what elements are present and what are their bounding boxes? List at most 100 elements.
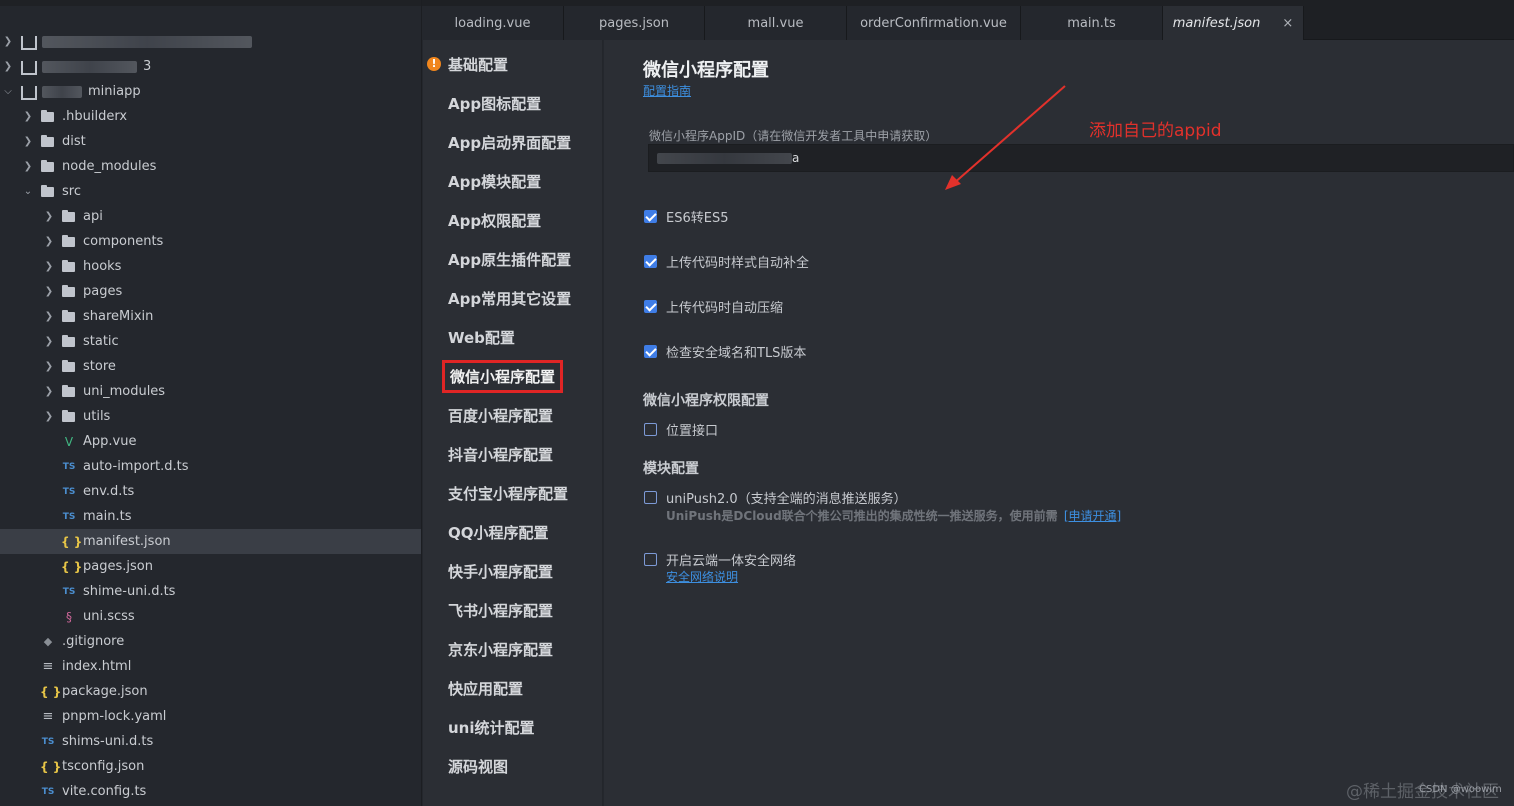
tree-file[interactable]: { } pages.json <box>0 554 421 579</box>
nav-item[interactable]: App原生插件配置 <box>448 249 571 270</box>
checkbox-checked[interactable] <box>644 210 657 223</box>
nav-item[interactable]: 抖音小程序配置 <box>448 444 553 465</box>
tree-folder[interactable]: ❯ api <box>0 204 421 229</box>
tree-file[interactable]: TS vite.config.ts <box>0 779 421 804</box>
nav-item[interactable]: 基础配置 <box>448 54 508 75</box>
checkbox-checked[interactable] <box>644 345 657 358</box>
tree-folder[interactable]: ❯ static <box>0 329 421 354</box>
chevron-down-icon[interactable]: ⌵ <box>2 86 14 97</box>
nav-item[interactable]: App图标配置 <box>448 93 541 114</box>
chevron-right-icon[interactable]: ❯ <box>2 36 14 47</box>
apply-link[interactable]: [申请开通] <box>1064 509 1121 523</box>
nav-item[interactable]: App常用其它设置 <box>448 288 571 309</box>
tab-main-ts[interactable]: main.ts <box>1021 6 1163 40</box>
nav-item[interactable]: 快手小程序配置 <box>448 561 553 582</box>
tree-file[interactable]: V App.vue <box>0 429 421 454</box>
checkbox-style-autocomplete[interactable]: 上传代码时样式自动补全 <box>644 252 809 271</box>
tree-folder[interactable]: ❯ uni_modules <box>0 379 421 404</box>
nav-item[interactable]: QQ小程序配置 <box>448 522 549 543</box>
nav-item[interactable]: 微信小程序配置 <box>441 360 564 393</box>
tree-project-1[interactable]: ❯ <box>0 29 421 54</box>
tree-project-2[interactable]: ❯ 3 <box>0 54 421 79</box>
tree-folder[interactable]: ❯ .hbuilderx <box>0 104 421 129</box>
tree-file[interactable]: ≡ index.html <box>0 654 421 679</box>
tree-folder[interactable]: ⌄ src <box>0 179 421 204</box>
tree-folder[interactable]: ❯ store <box>0 354 421 379</box>
config-guide-link[interactable]: 配置指南 <box>643 82 691 99</box>
checkbox-unipush[interactable]: uniPush2.0（支持全端的消息推送服务） <box>644 488 907 507</box>
chevron-right-icon[interactable]: ❯ <box>43 361 55 372</box>
chevron-right-icon[interactable]: ❯ <box>22 161 34 172</box>
checkbox-label: 位置接口 <box>666 424 719 439</box>
chevron-right-icon[interactable]: ❯ <box>43 411 55 422</box>
tree-file[interactable]: TS env.d.ts <box>0 479 421 504</box>
appid-input[interactable]: a <box>648 144 1514 172</box>
tree-folder[interactable]: ❯ hooks <box>0 254 421 279</box>
tree-folder[interactable]: ❯ components <box>0 229 421 254</box>
tree-file[interactable]: ≡ pnpm-lock.yaml <box>0 704 421 729</box>
tree-item-label: utils <box>83 409 111 424</box>
checkbox-auto-minify[interactable]: 上传代码时自动压缩 <box>644 297 783 316</box>
checkbox-location-api[interactable]: 位置接口 <box>644 420 718 439</box>
tab-manifest-json[interactable]: manifest.json × <box>1163 6 1304 40</box>
tab-mall-vue[interactable]: mall.vue <box>705 6 847 40</box>
unipush-hint: UniPush是DCloud联合个推公司推出的集成性统一推送服务，使用前需 [申… <box>666 507 1121 524</box>
tree-file[interactable]: ◆ .gitignore <box>0 629 421 654</box>
secure-network-link[interactable]: 安全网络说明 <box>666 568 738 585</box>
tree-file[interactable]: { } manifest.json <box>0 529 421 554</box>
nav-item[interactable]: App权限配置 <box>448 210 541 231</box>
checkbox-es6-to-es5[interactable]: ES6转ES5 <box>644 207 728 226</box>
chevron-right-icon[interactable]: ❯ <box>22 111 34 122</box>
tree-file[interactable]: { } package.json <box>0 679 421 704</box>
chevron-right-icon[interactable]: ❯ <box>43 236 55 247</box>
checkbox-unchecked[interactable] <box>644 491 657 504</box>
chevron-right-icon[interactable]: ❯ <box>43 261 55 272</box>
chevron-right-icon[interactable]: ❯ <box>43 211 55 222</box>
tree-item-label: src <box>62 184 81 199</box>
nav-item[interactable]: 京东小程序配置 <box>448 639 553 660</box>
tab-label: mall.vue <box>747 15 804 31</box>
chevron-right-icon[interactable]: ❯ <box>43 311 55 322</box>
checkbox-unchecked[interactable] <box>644 423 657 436</box>
chevron-right-icon[interactable]: ❯ <box>43 386 55 397</box>
tree-file[interactable]: TS shims-uni.d.ts <box>0 729 421 754</box>
nav-item[interactable]: Web配置 <box>448 327 515 348</box>
nav-item[interactable]: 源码视图 <box>448 756 508 777</box>
chevron-right-icon[interactable]: ❯ <box>22 136 34 147</box>
checkbox-checked[interactable] <box>644 300 657 313</box>
chevron-right-icon[interactable]: ❯ <box>2 61 14 72</box>
nav-item[interactable]: 百度小程序配置 <box>448 405 553 426</box>
tree-folder[interactable]: ❯ dist <box>0 129 421 154</box>
tab-loading-vue[interactable]: loading.vue <box>422 6 564 40</box>
checkbox-unchecked[interactable] <box>644 553 657 566</box>
tree-folder[interactable]: ❯ utils <box>0 404 421 429</box>
checkbox-checked[interactable] <box>644 255 657 268</box>
tab-pages-json[interactable]: pages.json <box>564 6 705 40</box>
nav-item[interactable]: 飞书小程序配置 <box>448 600 553 621</box>
nav-item[interactable]: App启动界面配置 <box>448 132 571 153</box>
chevron-right-icon[interactable]: ❯ <box>43 336 55 347</box>
tree-project-3[interactable]: ⌵ miniapp <box>0 79 421 104</box>
tree-file[interactable]: TS shime-uni.d.ts <box>0 579 421 604</box>
tree-file[interactable]: § uni.scss <box>0 604 421 629</box>
chevron-down-icon[interactable]: ⌄ <box>22 186 34 197</box>
tab-label: pages.json <box>599 15 669 31</box>
tree-file[interactable]: TS auto-import.d.ts <box>0 454 421 479</box>
ts-file-icon: TS <box>62 461 76 472</box>
nav-item[interactable]: App模块配置 <box>448 171 541 192</box>
nav-item[interactable]: 快应用配置 <box>448 678 523 699</box>
nav-item[interactable]: 支付宝小程序配置 <box>448 483 568 504</box>
tree-file[interactable]: { } tsconfig.json <box>0 754 421 779</box>
tree-item-label: tsconfig.json <box>62 759 145 774</box>
nav-item[interactable]: uni统计配置 <box>448 717 535 738</box>
chevron-right-icon[interactable]: ❯ <box>43 286 55 297</box>
tree-folder[interactable]: ❯ shareMixin <box>0 304 421 329</box>
tree-file[interactable]: TS main.ts <box>0 504 421 529</box>
tree-folder[interactable]: ❯ pages <box>0 279 421 304</box>
close-icon[interactable]: × <box>1282 16 1293 31</box>
checkbox-secure-network[interactable]: 开启云端一体安全网络 <box>644 550 796 569</box>
annotation-arrow <box>945 85 1066 190</box>
tab-order-confirmation-vue[interactable]: orderConfirmation.vue <box>847 6 1021 40</box>
checkbox-check-domain-tls[interactable]: 检查安全域名和TLS版本 <box>644 342 806 361</box>
tree-folder[interactable]: ❯ node_modules <box>0 154 421 179</box>
